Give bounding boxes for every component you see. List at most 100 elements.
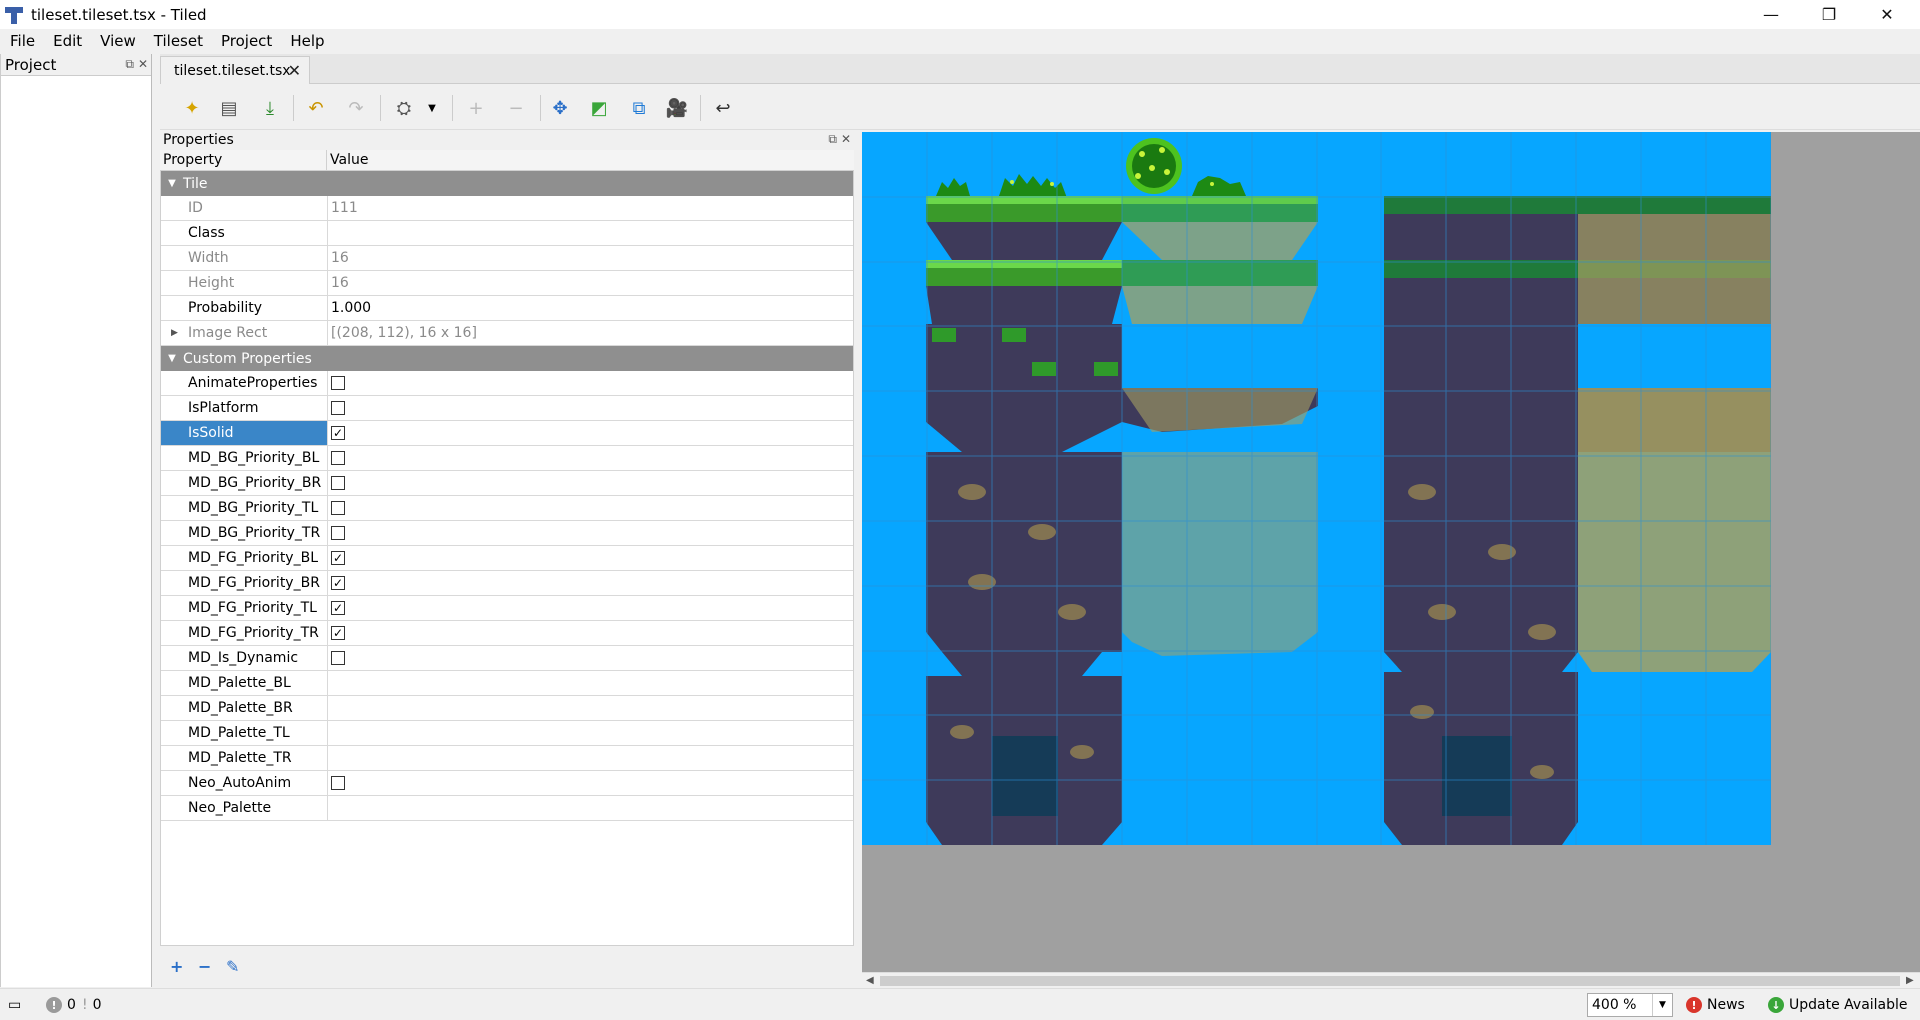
collapse-icon[interactable]: ▼ <box>161 353 183 364</box>
float-panel-icon[interactable]: ⧉ <box>828 132 837 147</box>
property-row[interactable]: MD_BG_Priority_BR <box>161 471 853 496</box>
rename-property-button[interactable]: ✎ <box>226 957 239 976</box>
expand-icon[interactable]: ▶ <box>171 321 178 345</box>
property-name[interactable]: Neo_Palette <box>161 796 328 820</box>
redo-icon[interactable]: ↷ <box>344 96 368 120</box>
collapse-icon[interactable]: ▼ <box>161 178 183 189</box>
checkbox-unchecked[interactable] <box>331 451 345 465</box>
checkbox-checked[interactable]: ✓ <box>331 426 345 440</box>
menu-tileset[interactable]: Tileset <box>148 32 209 50</box>
tab-close-icon[interactable]: ✕ <box>288 61 301 80</box>
minimize-button[interactable]: — <box>1742 0 1800 29</box>
property-row[interactable]: MD_BG_Priority_TR <box>161 521 853 546</box>
property-name[interactable]: Neo_AutoAnim <box>161 771 328 795</box>
edit-collision-icon[interactable]: ✥ <box>548 96 572 120</box>
property-value[interactable] <box>328 796 853 820</box>
open-icon[interactable]: ▤ <box>217 96 241 120</box>
close-window-button[interactable]: ✕ <box>1858 0 1916 29</box>
close-dock-icon[interactable]: ✕ <box>138 57 148 72</box>
animation-editor-icon[interactable]: 🎥 <box>665 96 689 120</box>
property-name[interactable]: IsPlatform <box>161 396 328 420</box>
property-name[interactable]: MD_Palette_BL <box>161 671 328 695</box>
terrain-sets-icon[interactable]: ◩ <box>587 96 611 120</box>
property-row[interactable]: IsPlatform <box>161 396 853 421</box>
menu-view[interactable]: View <box>94 32 142 50</box>
group-header[interactable]: ▼ Tile <box>161 171 853 196</box>
checkbox-checked[interactable]: ✓ <box>331 576 345 590</box>
checkbox-unchecked[interactable] <box>331 376 345 390</box>
dropdown-arrow-icon[interactable]: ▼ <box>420 96 444 120</box>
add-tiles-icon[interactable]: + <box>464 96 488 120</box>
column-property[interactable]: Property <box>160 150 327 170</box>
property-value[interactable]: ✓ <box>328 571 853 595</box>
property-row[interactable]: Probability 1.000 <box>161 296 853 321</box>
property-row[interactable]: MD_FG_Priority_BR ✓ <box>161 571 853 596</box>
horizontal-scrollbar[interactable]: ◀ ▶ <box>862 972 1920 988</box>
property-value[interactable] <box>328 646 853 670</box>
edit-collision-shapes-icon[interactable]: ⧉ <box>627 96 651 120</box>
property-name[interactable]: ID <box>161 196 328 220</box>
property-row[interactable]: IsSolid ✓ <box>161 421 853 446</box>
menu-edit[interactable]: Edit <box>47 32 88 50</box>
property-name[interactable]: MD_BG_Priority_TR <box>161 521 328 545</box>
tileset-view[interactable] <box>862 132 1920 972</box>
property-value[interactable] <box>328 496 853 520</box>
checkbox-unchecked[interactable] <box>331 651 345 665</box>
property-value[interactable] <box>328 771 853 795</box>
property-value[interactable]: 111 <box>328 196 853 220</box>
property-row[interactable]: MD_FG_Priority_BL ✓ <box>161 546 853 571</box>
error-indicator[interactable]: ! 0 <box>46 997 76 1013</box>
remove-property-button[interactable]: − <box>198 957 211 976</box>
property-value[interactable]: 1.000 <box>328 296 853 320</box>
property-value[interactable]: ✓ <box>328 621 853 645</box>
property-row[interactable]: MD_FG_Priority_TL ✓ <box>161 596 853 621</box>
menu-file[interactable]: File <box>4 32 41 50</box>
checkbox-unchecked[interactable] <box>331 776 345 790</box>
property-row[interactable]: Neo_AutoAnim <box>161 771 853 796</box>
checkbox-unchecked[interactable] <box>331 401 345 415</box>
property-value[interactable] <box>328 471 853 495</box>
property-name[interactable]: MD_FG_Priority_BL <box>161 546 328 570</box>
property-value[interactable] <box>328 671 853 695</box>
property-value[interactable]: ✓ <box>328 421 853 445</box>
property-row[interactable]: ▶ Image Rect [(208, 112), 16 x 16] <box>161 321 853 346</box>
property-row[interactable]: Class <box>161 221 853 246</box>
property-name[interactable]: MD_Palette_TL <box>161 721 328 745</box>
property-name[interactable]: MD_FG_Priority_TR <box>161 621 328 645</box>
close-panel-icon[interactable]: ✕ <box>841 132 851 147</box>
property-name[interactable]: MD_FG_Priority_BR <box>161 571 328 595</box>
group-header[interactable]: ▼ Custom Properties <box>161 346 853 371</box>
menu-project[interactable]: Project <box>215 32 278 50</box>
property-name[interactable]: Class <box>161 221 328 245</box>
zoom-combobox[interactable]: 400 % ▼ <box>1587 993 1673 1017</box>
scroll-left-icon[interactable]: ◀ <box>866 973 874 989</box>
property-row[interactable]: Width 16 <box>161 246 853 271</box>
property-value[interactable] <box>328 721 853 745</box>
property-row[interactable]: Neo_Palette <box>161 796 853 821</box>
property-value[interactable] <box>328 696 853 720</box>
property-row[interactable]: Height 16 <box>161 271 853 296</box>
restore-button[interactable]: ❐ <box>1800 0 1858 29</box>
property-value[interactable]: 16 <box>328 271 853 295</box>
property-value[interactable]: ✓ <box>328 546 853 570</box>
warning-indicator[interactable]: ! 0 <box>82 997 102 1013</box>
menu-help[interactable]: Help <box>284 32 330 50</box>
property-name[interactable]: MD_BG_Priority_TL <box>161 496 328 520</box>
property-name[interactable]: AnimateProperties <box>161 371 328 395</box>
scroll-right-icon[interactable]: ▶ <box>1906 973 1914 989</box>
property-row[interactable]: ID 111 <box>161 196 853 221</box>
property-row[interactable]: MD_Is_Dynamic <box>161 646 853 671</box>
property-name[interactable]: Width <box>161 246 328 270</box>
property-value[interactable] <box>328 746 853 770</box>
float-dock-icon[interactable]: ⧉ <box>125 57 134 72</box>
undo-icon[interactable]: ↶ <box>304 96 328 120</box>
property-row[interactable]: MD_FG_Priority_TR ✓ <box>161 621 853 646</box>
property-value[interactable] <box>328 221 853 245</box>
property-name[interactable]: MD_Palette_TR <box>161 746 328 770</box>
checkbox-unchecked[interactable] <box>331 501 345 515</box>
property-row[interactable]: AnimateProperties <box>161 371 853 396</box>
tileset-image[interactable] <box>862 132 1771 845</box>
property-value[interactable] <box>328 396 853 420</box>
checkbox-checked[interactable]: ✓ <box>331 551 345 565</box>
property-name[interactable]: MD_Palette_BR <box>161 696 328 720</box>
